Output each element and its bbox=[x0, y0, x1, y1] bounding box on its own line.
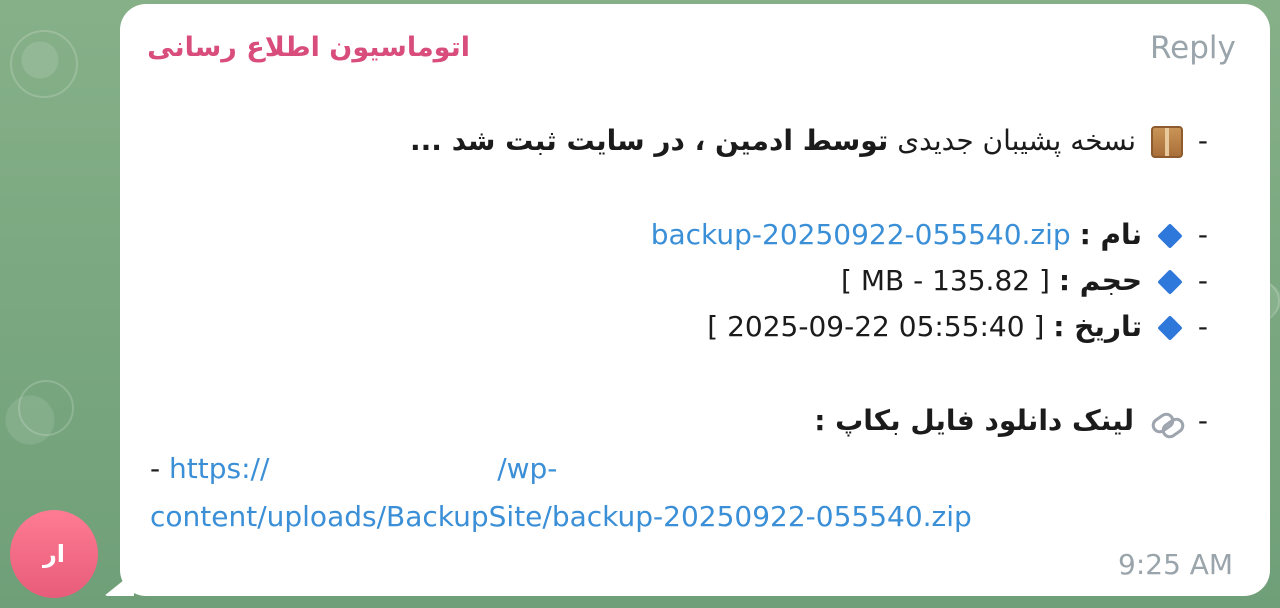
line-prefix: - bbox=[1197, 218, 1208, 251]
backup-date-value: [ 05:55:40 22-09-2025 ] bbox=[707, 310, 1045, 343]
line-prefix: - bbox=[1197, 264, 1208, 297]
background-doodle-circle bbox=[10, 30, 78, 98]
blue-diamond-icon bbox=[1157, 269, 1183, 295]
backup-name-line: - نام : backup-20250922-055540.zip bbox=[651, 218, 1208, 251]
background-doodle-circle bbox=[18, 380, 74, 436]
url-prefix: - bbox=[150, 452, 161, 485]
backup-size-label: حجم : bbox=[1058, 264, 1143, 297]
message-bold-text: توسط ادمین ، در سایت ثبت شد ... bbox=[410, 124, 889, 157]
blue-diamond-icon bbox=[1157, 315, 1183, 341]
message-line-1: - نسخه پشیبان جدیدی توسط ادمین ، در سایت… bbox=[410, 124, 1208, 158]
download-label-line: - لینک دانلود فایل بکاپ : bbox=[814, 404, 1208, 437]
download-url-end[interactable]: /wp- bbox=[497, 452, 557, 485]
backup-name-link[interactable]: backup-20250922-055540.zip bbox=[651, 218, 1071, 251]
download-link-label: لینک دانلود فایل بکاپ : bbox=[814, 404, 1135, 437]
download-url-line-1: - https:// /wp- bbox=[150, 452, 557, 485]
line-prefix: - bbox=[1197, 124, 1208, 157]
link-icon bbox=[1149, 410, 1183, 434]
reply-button[interactable]: Reply bbox=[1150, 30, 1236, 66]
avatar[interactable]: ار bbox=[10, 510, 98, 598]
backup-date-line: - تاریخ : [ 05:55:40 22-09-2025 ] bbox=[707, 310, 1208, 343]
message-normal-text: نسخه پشیبان جدیدی bbox=[897, 124, 1137, 157]
download-url-line-2[interactable]: content/uploads/BackupSite/backup-202509… bbox=[150, 500, 972, 533]
line-prefix: - bbox=[1197, 404, 1208, 437]
backup-date-label: تاریخ : bbox=[1053, 310, 1143, 343]
blue-diamond-icon bbox=[1157, 223, 1183, 249]
message-time: 9:25 AM bbox=[1118, 548, 1234, 581]
backup-size-line: - حجم : [ MB - 135.82 ] bbox=[841, 264, 1208, 297]
package-icon bbox=[1150, 126, 1183, 158]
backup-name-label: نام : bbox=[1079, 218, 1143, 251]
line-prefix: - bbox=[1197, 310, 1208, 343]
backup-size-value: [ MB - 135.82 ] bbox=[841, 264, 1050, 297]
sender-name[interactable]: اتوماسیون اطلاع رسانی bbox=[147, 32, 470, 63]
download-url-start[interactable]: https:// bbox=[169, 452, 269, 485]
